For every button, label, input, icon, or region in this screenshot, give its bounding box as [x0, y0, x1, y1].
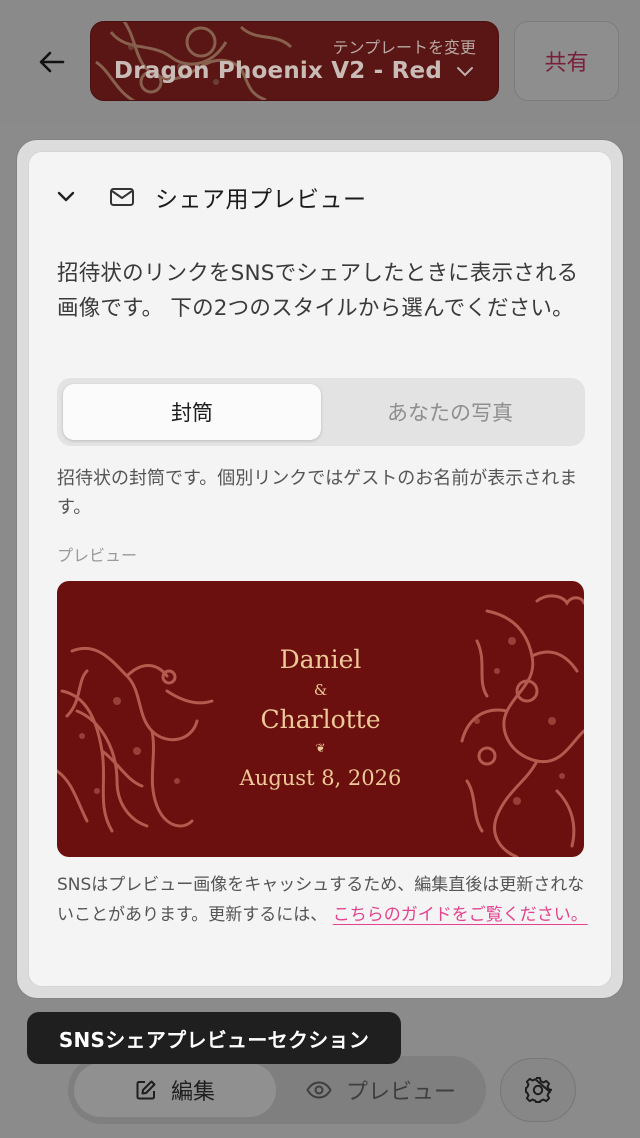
- section-header[interactable]: シェア用プレビュー: [57, 176, 367, 218]
- edit-tab-button[interactable]: 編集: [74, 1063, 276, 1117]
- edit-icon: [136, 1080, 156, 1100]
- section-title: シェア用プレビュー: [155, 187, 367, 213]
- preview-tab-button[interactable]: プレビュー: [286, 1063, 476, 1117]
- section-description: 招待状のリンクをSNSでシェアしたときに表示される画像です。 下の2つのスタイル…: [57, 261, 579, 321]
- eye-icon: [306, 1081, 332, 1099]
- template-selector-button[interactable]: テンプレートを変更 Dragon Phoenix V2 - Red: [90, 21, 499, 101]
- top-bar: テンプレートを変更 Dragon Phoenix V2 - Red 共有: [0, 0, 640, 124]
- preview-tab-label: プレビュー: [345, 1080, 456, 1105]
- chevron-down-icon: [457, 67, 473, 77]
- style-info-text: 招待状の封筒です。個別リンクではゲストのお名前が表示されます。: [57, 468, 578, 518]
- template-name: Dragon Phoenix V2 - Red: [113, 58, 442, 84]
- cache-note: SNSはプレビュー画像をキャッシュするため、編集直後は更新されないことがあります…: [57, 870, 597, 930]
- envelope-date: August 8, 2026: [239, 766, 402, 790]
- mail-icon: [110, 188, 134, 206]
- edit-tab-label: 編集: [170, 1080, 215, 1105]
- style-segmented-control: 封筒 あなたの写真: [57, 378, 585, 446]
- sns-share-preview-section: シェア用プレビュー 招待状のリンクをSNSでシェアしたときに表示される画像です。…: [28, 151, 612, 987]
- envelope-preview-image: Daniel & Charlotte ❦ August 8, 2026: [57, 581, 584, 857]
- tab-envelope[interactable]: 封筒: [63, 384, 321, 440]
- settings-button[interactable]: [500, 1058, 576, 1122]
- section-tooltip: SNSシェアプレビューセクション: [27, 1012, 401, 1064]
- back-button[interactable]: [26, 38, 78, 86]
- template-caption: テンプレートを変更: [332, 38, 476, 57]
- envelope-ornament: ❦: [315, 741, 326, 755]
- envelope-name-1: Daniel: [279, 645, 362, 674]
- gear-icon: [525, 1077, 552, 1103]
- arrow-left-icon: [39, 51, 65, 73]
- envelope-name-2: Charlotte: [260, 705, 381, 734]
- chevron-down-icon: [57, 191, 75, 202]
- guide-link[interactable]: こちらのガイドをご覧ください。: [333, 905, 588, 925]
- envelope-ampersand: &: [313, 681, 328, 699]
- tab-your-photo[interactable]: あなたの写真: [321, 384, 579, 440]
- preview-label: プレビュー: [57, 546, 138, 565]
- share-button[interactable]: 共有: [514, 21, 619, 101]
